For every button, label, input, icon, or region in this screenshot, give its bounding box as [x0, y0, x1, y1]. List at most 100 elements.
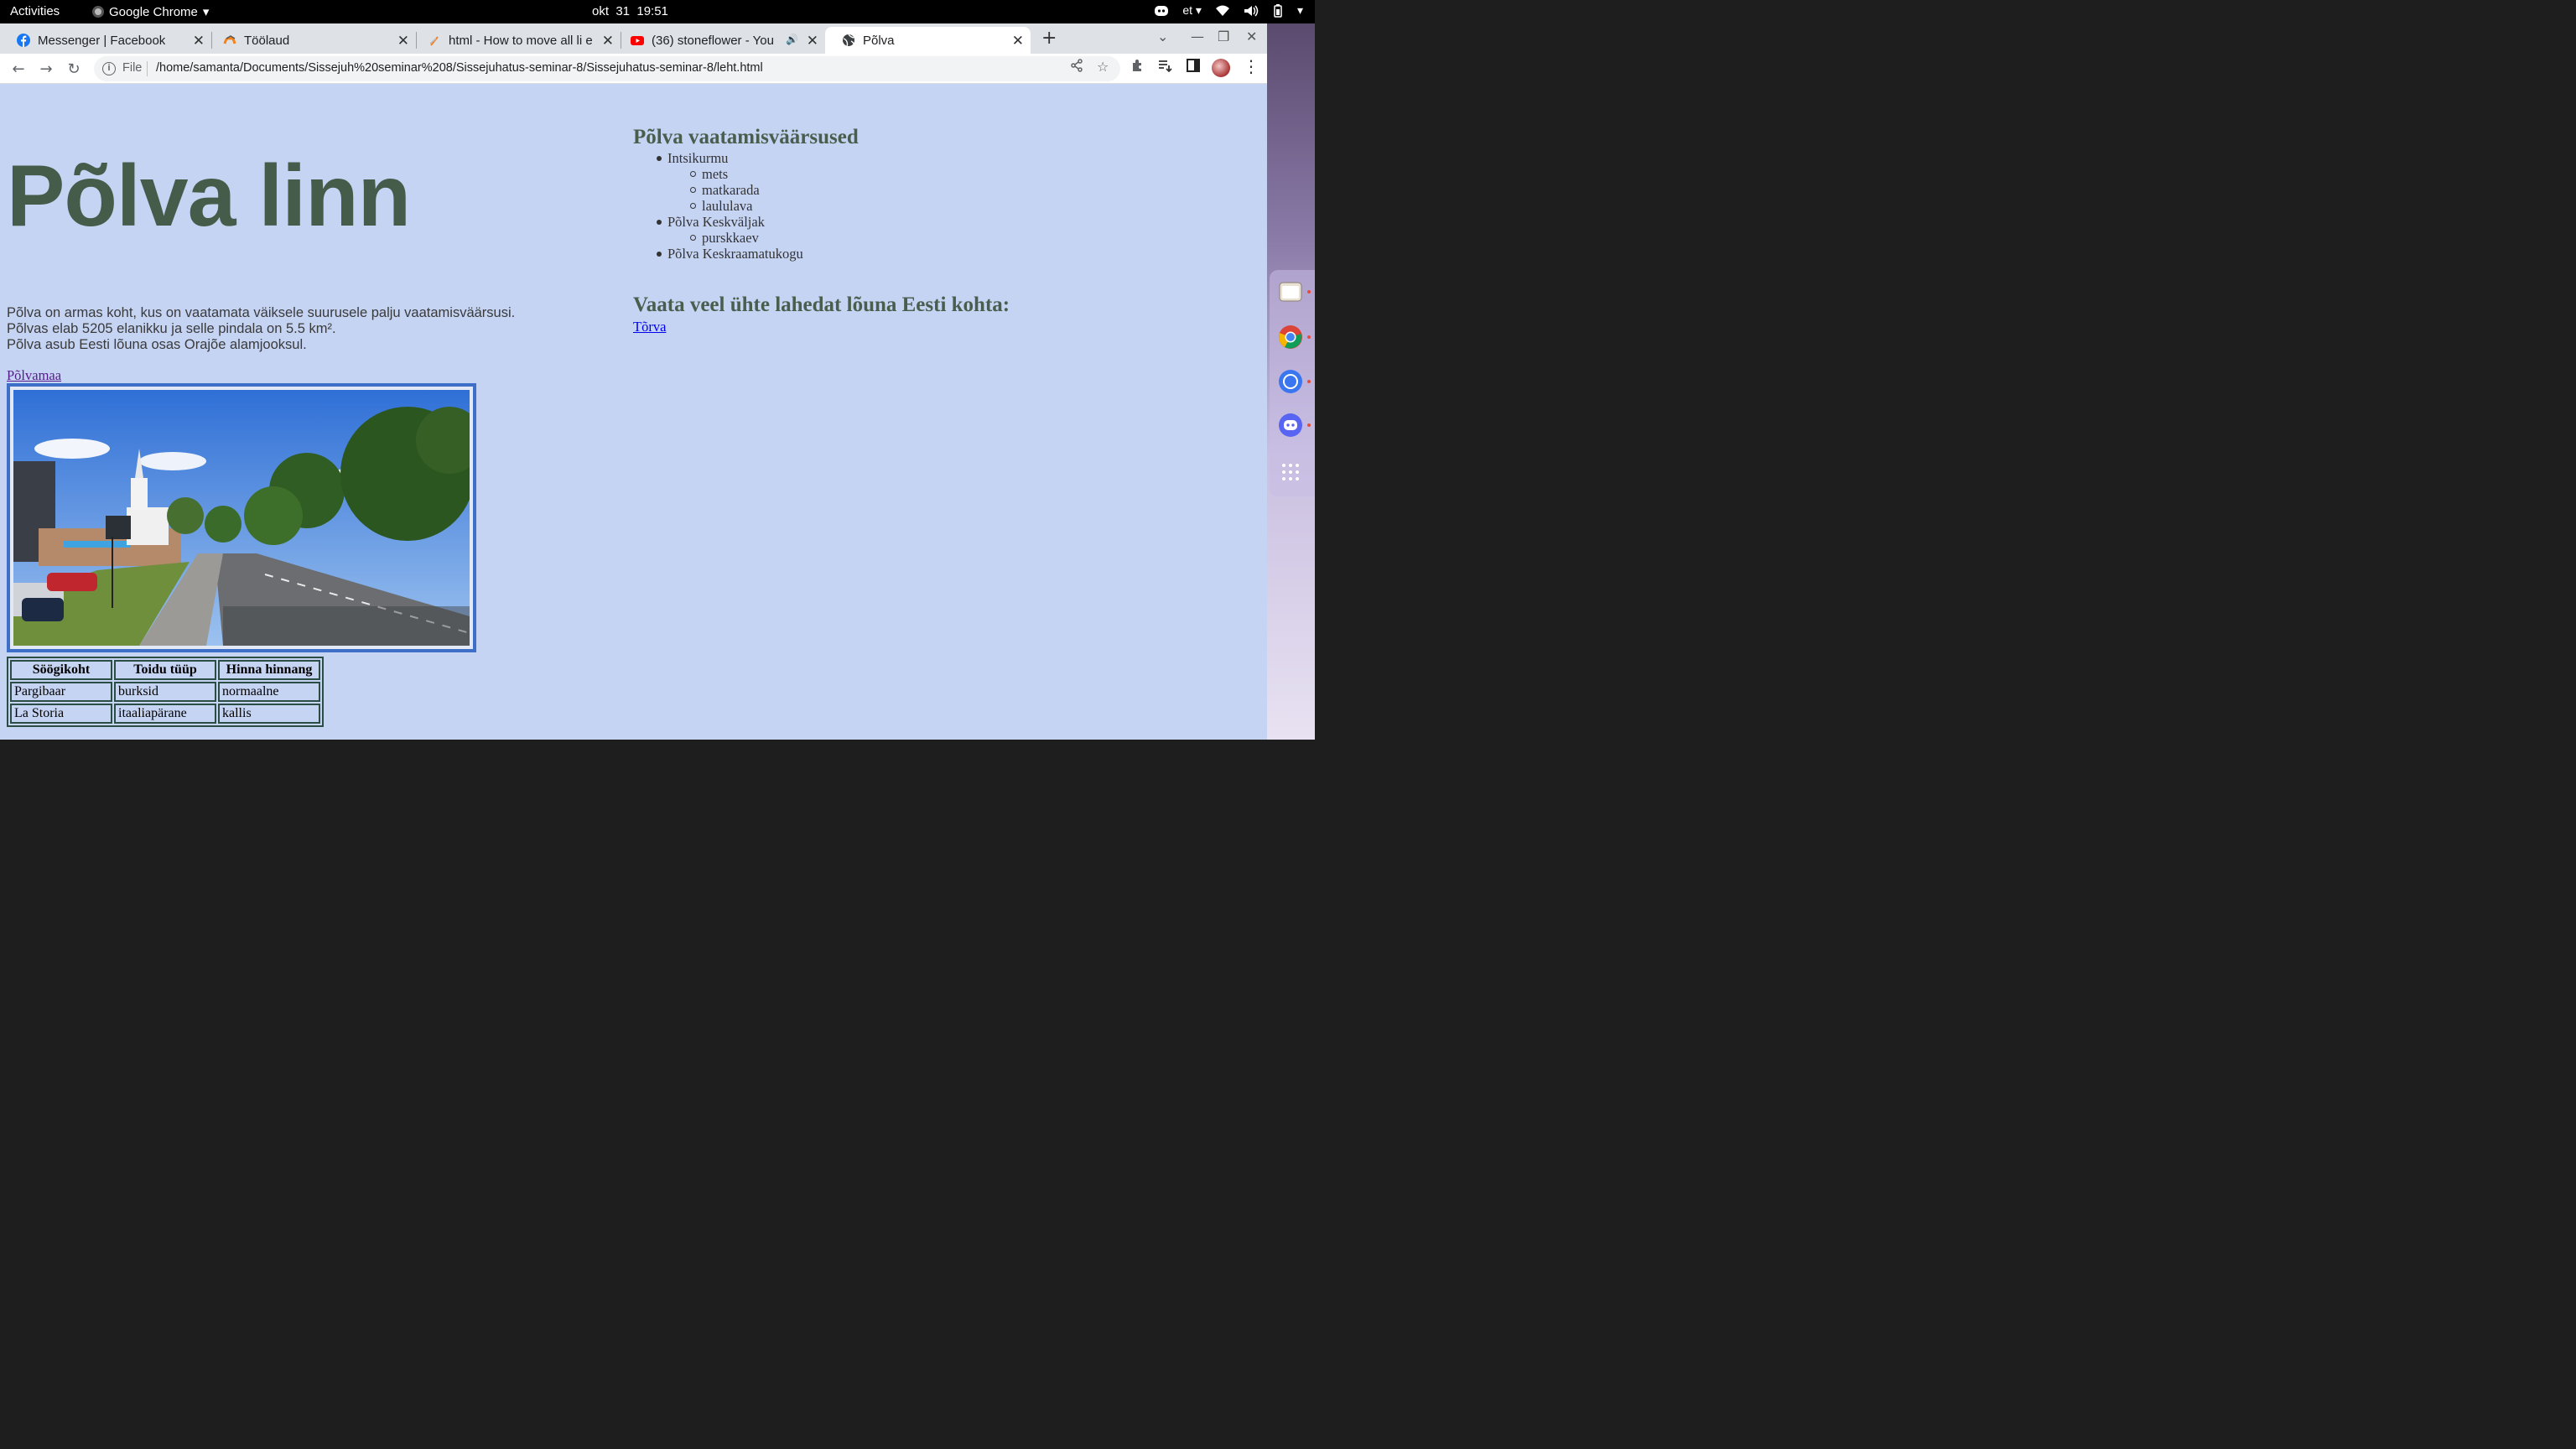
tab-toolaud[interactable]: Töölaud ✕ — [206, 27, 416, 54]
list-item: Põlva Keskraamatukogu — [633, 246, 803, 262]
maximize-button[interactable]: ❐ — [1218, 29, 1229, 44]
table-cell: normaalne — [218, 682, 320, 702]
polvamaa-link[interactable]: Põlvamaa — [7, 367, 61, 384]
table-row: La Storia itaaliapärane kallis — [10, 704, 320, 724]
table-cell: itaaliapärane — [114, 704, 216, 724]
url-scheme: File — [122, 61, 143, 75]
menu-kebab-icon[interactable]: ⋮ — [1243, 56, 1259, 76]
table-cell: kallis — [218, 704, 320, 724]
share-icon[interactable] — [1070, 59, 1083, 75]
app-menu[interactable]: Google Chrome ▾ — [92, 4, 209, 19]
stackoverflow-icon — [429, 36, 439, 46]
site-info-icon[interactable]: i — [102, 62, 116, 75]
torva-link[interactable]: Tõrva — [633, 319, 666, 335]
list-subitem: purskkaev — [633, 230, 803, 246]
wifi-icon[interactable] — [1215, 5, 1230, 17]
system-tray[interactable]: et ▾ ▾ — [1154, 3, 1303, 18]
column-header: Söögikoht — [10, 660, 112, 680]
sights-heading: Põlva vaatamisväärsused — [633, 126, 859, 148]
tab-youtube[interactable]: (36) stoneflower - You 🔊 ✕ — [614, 27, 825, 54]
more-places-heading: Vaata veel ühte lahedat lõuna Eesti koht… — [633, 293, 1010, 316]
table-cell: La Storia — [10, 704, 112, 724]
chrome-app-icon — [92, 6, 104, 18]
town-photo — [7, 383, 476, 652]
running-indicator — [1307, 423, 1311, 427]
close-icon[interactable]: ✕ — [397, 33, 409, 49]
system-top-bar: Activities Google Chrome ▾ okt 31 19:51 … — [0, 0, 1315, 23]
tab-messenger[interactable]: Messenger | Facebook ✕ — [0, 27, 211, 54]
street-photo — [13, 390, 470, 646]
list-item: Intsikurmu — [633, 150, 803, 166]
page-viewport: Põlva linn Põlva on armas koht, kus on v… — [0, 84, 1267, 740]
close-window-button[interactable]: ✕ — [1246, 29, 1257, 44]
url-text[interactable]: /home/samanta/Documents/Sissejuh%20semin… — [156, 61, 763, 75]
running-indicator — [1307, 290, 1311, 293]
close-icon[interactable]: ✕ — [807, 33, 818, 49]
running-indicator — [1307, 335, 1311, 339]
list-item: Põlva Keskväljak — [633, 214, 803, 230]
restaurant-table: Söögikoht Toidu tüüp Hinna hinnang Pargi… — [7, 657, 324, 727]
table-row: Pargibaar burksid normaalne — [10, 682, 320, 702]
forward-button[interactable]: → — [37, 60, 55, 78]
moodle-icon — [223, 35, 236, 44]
tab-polva[interactable]: Põlva ✕ — [825, 27, 1031, 54]
page-title: Põlva linn — [7, 148, 411, 245]
tab-title: html - How to move all li e — [449, 33, 593, 48]
tab-stackoverflow[interactable]: html - How to move all li e ✕ — [411, 27, 621, 54]
extensions-icon[interactable] — [1130, 58, 1145, 76]
list-subitem: laululava — [633, 198, 803, 214]
running-indicator — [1307, 380, 1311, 383]
side-panel-icon[interactable] — [1186, 58, 1201, 76]
browser-toolbar: ← → ↻ i File /home/samanta/Documents/Sis… — [0, 54, 1267, 84]
chrome-icon[interactable] — [1276, 323, 1305, 351]
language-label: et — [1182, 3, 1193, 17]
globe-icon — [843, 34, 854, 47]
speaker-icon[interactable]: 🔊 — [786, 34, 798, 45]
back-button[interactable]: ← — [9, 60, 28, 78]
tab-title: Töölaud — [244, 33, 290, 48]
tab-title: Põlva — [863, 33, 895, 48]
scheme-separator — [147, 61, 148, 76]
profile-avatar[interactable] — [1212, 59, 1230, 77]
tab-strip: Messenger | Facebook ✕ Töölaud ✕ html - … — [0, 23, 1267, 54]
intro-paragraph: Põlva on armas koht, kus on vaatamata vä… — [7, 305, 515, 353]
chevron-down-icon[interactable]: ▾ — [1297, 3, 1303, 18]
minimize-button[interactable]: — — [1191, 29, 1204, 44]
tab-title: Messenger | Facebook — [38, 33, 166, 48]
column-header: Toidu tüüp — [114, 660, 216, 680]
close-icon[interactable]: ✕ — [602, 33, 614, 49]
reload-button[interactable]: ↻ — [65, 60, 83, 78]
list-subitem: matkarada — [633, 182, 803, 198]
discord-tray-icon[interactable] — [1154, 5, 1169, 17]
address-bar[interactable]: i File /home/samanta/Documents/Sissejuh%… — [94, 56, 1120, 81]
tab-title: (36) stoneflower - You — [652, 33, 774, 48]
new-tab-button[interactable]: + — [1041, 28, 1057, 49]
battery-icon[interactable] — [1272, 3, 1284, 18]
table-cell: burksid — [114, 682, 216, 702]
discord-icon[interactable] — [1276, 411, 1305, 439]
list-subitem: mets — [633, 166, 803, 182]
column-header: Hinna hinnang — [218, 660, 320, 680]
activities-button[interactable]: Activities — [10, 4, 60, 18]
reading-list-icon[interactable] — [1157, 58, 1172, 76]
clock[interactable]: okt 31 19:51 — [592, 4, 668, 18]
sights-list: Intsikurmu mets matkarada laululava Põlv… — [633, 150, 803, 262]
bookmark-star-icon[interactable]: ☆ — [1097, 59, 1109, 75]
intro-line: Põlvas elab 5205 elanikku ja selle pinda… — [7, 321, 336, 336]
intro-line: Põlva asub Eesti lõuna osas Orajõe alamj… — [7, 337, 307, 352]
files-icon[interactable] — [1276, 278, 1305, 306]
table-header-row: Söögikoht Toidu tüüp Hinna hinnang — [10, 660, 320, 680]
close-icon[interactable]: ✕ — [193, 33, 205, 49]
intro-line: Põlva on armas koht, kus on vaatamata vä… — [7, 305, 516, 320]
table-cell: Pargibaar — [10, 682, 112, 702]
youtube-icon — [631, 36, 644, 45]
app-menu-label: Google Chrome — [109, 4, 198, 19]
app-grid-icon[interactable] — [1276, 458, 1305, 486]
tab-search-button[interactable]: ⌄ — [1157, 29, 1168, 44]
keyboard-language[interactable]: et ▾ — [1182, 3, 1202, 18]
signal-icon[interactable] — [1276, 367, 1305, 396]
facebook-icon — [17, 34, 30, 47]
chevron-down-icon: ▾ — [202, 5, 210, 19]
close-icon[interactable]: ✕ — [1012, 33, 1024, 49]
volume-icon[interactable] — [1244, 5, 1259, 17]
